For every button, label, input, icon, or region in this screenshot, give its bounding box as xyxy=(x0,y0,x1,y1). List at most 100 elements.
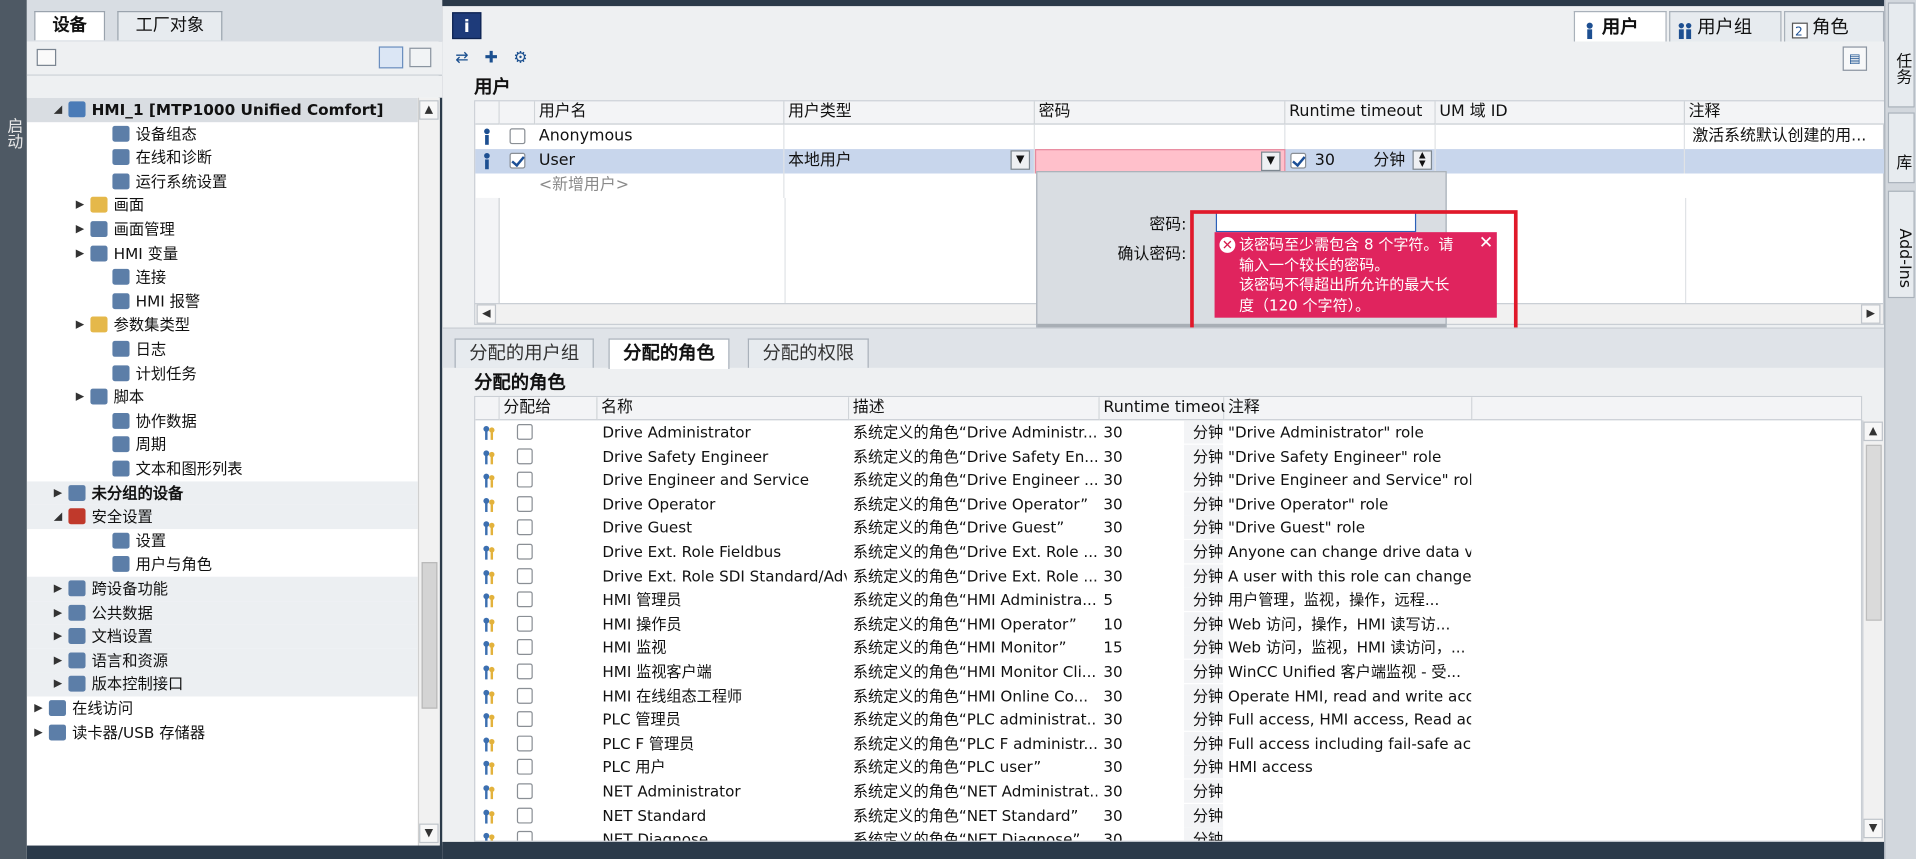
tree-item[interactable]: ▶ 画面管理 xyxy=(27,217,418,241)
tree-collapse-icon[interactable] xyxy=(36,48,57,66)
tree-item[interactable]: 文本和图形列表 xyxy=(27,457,418,481)
tab-roles[interactable]: 2 角色 xyxy=(1783,10,1885,42)
tree-item[interactable]: 计划任务 xyxy=(27,361,418,385)
tree-item[interactable]: 运行系统设置 xyxy=(27,170,418,194)
assign-role-checkbox[interactable] xyxy=(516,423,533,440)
expand-arrow-icon[interactable]: ▶ xyxy=(54,487,66,499)
role-row[interactable]: Drive Safety Engineer 系统定义的角色“Drive Safet… xyxy=(475,444,1861,468)
tree-item[interactable]: 在线和诊断 xyxy=(27,146,418,170)
assign-role-checkbox[interactable] xyxy=(516,591,533,608)
role-row[interactable]: HMI 操作员 系统定义的角色“HMI Operator” 10 分钟 Web 访问，操… xyxy=(475,611,1861,636)
user-row-anonymous[interactable]: Anonymous 激活系统默认创建的用... xyxy=(475,124,1886,149)
expand-arrow-icon[interactable]: ▶ xyxy=(34,727,46,739)
tree-item[interactable]: ▶ 在线访问 xyxy=(27,696,418,720)
header-password[interactable]: 密码 xyxy=(1034,101,1286,125)
tab-assigned-user-groups[interactable]: 分配的用户组 xyxy=(454,338,594,368)
assign-role-checkbox[interactable] xyxy=(516,807,533,824)
assign-role-checkbox[interactable] xyxy=(516,639,533,656)
expand-arrow-icon[interactable]: ▶ xyxy=(54,583,66,595)
assign-role-checkbox[interactable] xyxy=(516,567,533,584)
expand-arrow-icon[interactable]: ▶ xyxy=(54,655,66,667)
role-row[interactable]: Drive Ext. Role Fieldbus 系统定义的角色“Drive Ex… xyxy=(475,540,1861,564)
header-comment[interactable]: 注释 xyxy=(1685,101,1886,125)
split-view-icon[interactable]: ▤ xyxy=(1842,46,1868,71)
tree-item[interactable]: 设备组态 xyxy=(27,122,418,146)
scroll-thumb[interactable] xyxy=(1865,444,1882,621)
expand-arrow-icon[interactable]: ▶ xyxy=(54,631,66,643)
assign-role-checkbox[interactable] xyxy=(516,711,533,728)
tree-item[interactable]: ▶ 脚本 xyxy=(27,385,418,409)
chevron-down-icon[interactable]: ▼ xyxy=(1261,151,1281,172)
assign-role-checkbox[interactable] xyxy=(516,543,533,560)
tab-user-groups[interactable]: 用户组 xyxy=(1669,10,1782,42)
tree-item[interactable]: 设置 xyxy=(27,529,418,553)
role-row[interactable]: Drive Guest 系统定义的角色“Drive Guest” 30 分钟 "Driv… xyxy=(475,516,1861,540)
tasks-tab[interactable]: 任务 xyxy=(1887,2,1915,108)
info-icon[interactable]: i xyxy=(452,12,482,40)
tree-item[interactable]: ▶ 参数集类型 xyxy=(27,313,418,337)
tree-item[interactable]: ▶ 读卡器/USB 存储器 xyxy=(27,720,418,744)
header-comment[interactable]: 注释 xyxy=(1224,397,1473,421)
header-assigned[interactable]: 分配给 xyxy=(499,397,598,421)
tab-plant-objects[interactable]: 工厂对象 xyxy=(117,10,223,41)
header-user-type[interactable]: 用户类型 xyxy=(784,101,1035,125)
tree-item[interactable]: ▶ 语言和资源 xyxy=(26,648,418,673)
user-enabled-checkbox[interactable] xyxy=(509,128,526,145)
comment-cell[interactable]: 激活系统默认创建的用... xyxy=(1685,124,1886,149)
tree-item[interactable]: ▶ 公共数据 xyxy=(26,600,418,625)
tab-assigned-rights[interactable]: 分配的权限 xyxy=(747,338,869,368)
tree-item[interactable]: ▶ HMI 变量 xyxy=(27,241,418,265)
tree-item[interactable]: ▶ 未分组的设备 xyxy=(26,480,418,505)
role-row[interactable]: NET Standard 系统定义的角色“NET Standard” 30 分钟 xyxy=(475,803,1861,828)
timeout-enabled-checkbox[interactable] xyxy=(1290,152,1307,169)
password-field[interactable]: ▼ xyxy=(1034,149,1286,174)
collapse-arrow-icon[interactable]: ◢ xyxy=(54,511,66,523)
refresh-users-icon[interactable]: ⇄ xyxy=(450,46,474,70)
um-domain-id-cell[interactable] xyxy=(1436,149,1686,174)
expand-arrow-icon[interactable]: ▶ xyxy=(54,607,66,619)
role-row[interactable]: HMI 在线组态工程师 系统定义的角色“HMI Online Co... 30 分钟 O… xyxy=(475,683,1861,708)
tree-item[interactable]: 周期 xyxy=(27,433,418,457)
role-row[interactable]: NET Administrator 系统定义的角色“NET Administrat… xyxy=(475,779,1861,804)
assign-role-checkbox[interactable] xyxy=(516,663,533,680)
user-type-cell[interactable] xyxy=(784,124,1035,149)
password-cell[interactable] xyxy=(1035,124,1286,149)
tree-item[interactable]: 用户与角色 xyxy=(27,553,418,577)
timeout-spinner[interactable]: ▲ ▼ xyxy=(1412,150,1433,170)
role-row[interactable]: PLC F 管理员 系统定义的角色“PLC F administr... 30 分钟 F… xyxy=(475,731,1861,756)
runtime-timeout-cell[interactable]: 30 分钟 ▲ ▼ xyxy=(1285,149,1436,174)
project-tree-scrollbar[interactable]: ▲ ▼ xyxy=(417,97,440,846)
scroll-right-icon[interactable]: ▶ xyxy=(1860,304,1881,324)
tree-item[interactable]: ◢ HMI_1 [MTP1000 Unified Comfort] xyxy=(26,97,418,122)
add-ins-tab[interactable]: Add-Ins xyxy=(1887,190,1915,299)
tree-item[interactable]: ▶ 版本控制接口 xyxy=(26,672,418,697)
header-username[interactable]: 用户名 xyxy=(535,101,785,125)
tree-item[interactable]: ▶ 画面 xyxy=(27,194,418,218)
username-cell[interactable]: Anonymous xyxy=(535,124,785,149)
header-runtime-timeout[interactable]: Runtime timeout xyxy=(1285,101,1436,125)
role-row[interactable]: Drive Ext. Role SDI Standard/Adv 系统定义的角色“… xyxy=(475,564,1861,588)
collapse-arrow-icon[interactable]: ◢ xyxy=(54,104,66,116)
role-row[interactable]: PLC 用户 系统定义的角色“PLC user” 30 分钟 HMI access xyxy=(475,755,1861,780)
assign-role-checkbox[interactable] xyxy=(516,759,533,776)
tree-item[interactable]: ▶ 跨设备功能 xyxy=(26,576,418,601)
tab-devices[interactable]: 设备 xyxy=(34,10,106,41)
scroll-thumb[interactable] xyxy=(421,562,438,709)
tree-item[interactable]: 日志 xyxy=(27,337,418,361)
header-name[interactable]: 名称 xyxy=(597,397,850,421)
tree-item[interactable]: HMI 报警 xyxy=(27,289,418,313)
scroll-up-icon[interactable]: ▲ xyxy=(419,100,439,120)
role-row[interactable]: Drive Engineer and Service 系统定义的角色“Drive … xyxy=(475,468,1861,492)
scroll-left-icon[interactable]: ◀ xyxy=(476,304,497,324)
assign-role-checkbox[interactable] xyxy=(516,615,533,632)
runtime-timeout-cell[interactable] xyxy=(1285,124,1436,149)
header-description[interactable]: 描述 xyxy=(849,397,1100,421)
start-strip[interactable]: 启动 xyxy=(0,0,27,859)
assign-role-checkbox[interactable] xyxy=(516,687,533,704)
role-row[interactable]: Drive Administrator 系统定义的角色“Drive Adminis… xyxy=(475,420,1861,444)
username-cell[interactable]: User xyxy=(535,149,785,174)
tree-item[interactable]: ▶ 文档设置 xyxy=(26,624,418,649)
expand-arrow-icon[interactable]: ▶ xyxy=(76,319,88,331)
user-settings-icon[interactable]: ⚙ xyxy=(508,46,532,70)
libraries-tab[interactable]: 库 xyxy=(1887,112,1915,184)
